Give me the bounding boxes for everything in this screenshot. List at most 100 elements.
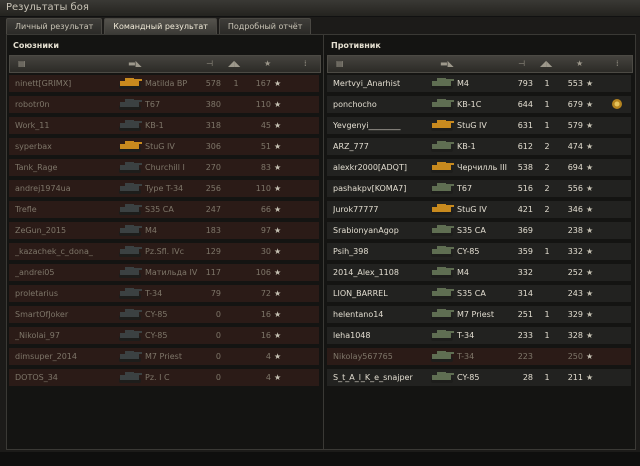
xp-value: 694	[567, 163, 583, 172]
player-name: S_t_A_l_K_e_snajper	[333, 373, 413, 382]
xp-value: 110	[255, 184, 271, 193]
frags-value: 1	[544, 79, 550, 88]
xp-star-icon: ★	[586, 352, 594, 361]
frags-value: 1	[544, 247, 550, 256]
player-row[interactable]: pashakpv[KOMA7] T67 516 2 556 ★	[327, 180, 631, 197]
player-row[interactable]: ponchocho KB-1C 644 1 679 ★	[327, 96, 631, 113]
damage-value: 644	[517, 100, 533, 109]
player-row[interactable]: SrabionyanAgop S35 CA 369 238 ★	[327, 222, 631, 239]
player-row[interactable]: DOTOS_34 Pz. I C 0 4 ★	[9, 369, 319, 386]
player-row[interactable]: Yevgenyi________ StuG IV 631 1 579 ★	[327, 117, 631, 134]
player-row[interactable]: Mertvyi_Anarhist M4 793 1 553 ★	[327, 75, 631, 92]
xp-value: 97	[260, 226, 271, 235]
frags-value: 1	[544, 310, 550, 319]
player-row[interactable]: andrej1974ua Type T-34 256 110 ★	[9, 180, 319, 197]
tank-column-icon[interactable]: ▬◣	[440, 59, 454, 68]
player-row[interactable]: Psih_398 CY-85 359 1 332 ★	[327, 243, 631, 260]
player-name: Mertvyi_Anarhist	[333, 79, 401, 88]
xp-star-icon: ★	[586, 268, 594, 277]
player-name: DOTOS_34	[15, 373, 58, 382]
xp-star-icon: ★	[586, 142, 594, 151]
xp-value: 16	[260, 331, 271, 340]
player-row[interactable]: _andrei05 Матильда IV 117 106 ★	[9, 264, 319, 281]
xp-value: 332	[567, 247, 583, 256]
xp-star-icon: ★	[586, 373, 594, 382]
player-row[interactable]: SmartOfJoker CY-85 0 16 ★	[9, 306, 319, 323]
player-row[interactable]: S_t_A_l_K_e_snajper CY-85 28 1 211 ★	[327, 369, 631, 386]
xp-column-icon[interactable]: ★	[576, 59, 583, 68]
player-row[interactable]: 2014_Alex_1108 M4 332 252 ★	[327, 264, 631, 281]
xp-value: 4	[265, 373, 271, 382]
damage-value: 380	[205, 100, 221, 109]
player-row[interactable]: Trefle S35 CA 247 66 ★	[9, 201, 319, 218]
player-row[interactable]: ARZ_777 KB-1 612 2 474 ★	[327, 138, 631, 155]
damage-column-icon[interactable]: ⊣	[206, 59, 213, 68]
xp-star-icon: ★	[274, 205, 282, 214]
vehicle-name: KB-1	[145, 121, 164, 130]
window-title: Результаты боя	[6, 2, 89, 13]
vehicle-name: StuG IV	[145, 142, 175, 151]
player-name: pashakpv[KOMA7]	[333, 184, 407, 193]
player-row[interactable]: ZeGun_2015 M4 183 97 ★	[9, 222, 319, 239]
xp-star-icon: ★	[586, 79, 594, 88]
player-row[interactable]: Jurok77777 StuG IV 421 2 346 ★	[327, 201, 631, 218]
player-row[interactable]: proletarius T-34 79 72 ★	[9, 285, 319, 302]
player-name: Trefle	[15, 205, 37, 214]
player-row[interactable]: ninett[GRIMX] Matilda BP 578 1 167 ★	[9, 75, 319, 92]
tank-column-icon[interactable]: ▬◣	[128, 59, 142, 68]
achievement-medal-icon[interactable]	[611, 97, 623, 111]
medal-column-icon[interactable]: ⁞	[304, 59, 307, 68]
damage-column-icon[interactable]: ⊣	[518, 59, 525, 68]
frags-column-icon[interactable]: ◢◣	[228, 59, 240, 68]
frags-column-icon[interactable]: ◢◣	[540, 59, 552, 68]
damage-value: 516	[517, 184, 533, 193]
player-row[interactable]: helentano14 M7 Priest 251 1 329 ★	[327, 306, 631, 323]
player-row[interactable]: Tank_Rage Churchill I 270 83 ★	[9, 159, 319, 176]
player-row[interactable]: _Nikolai_97 CY-85 0 16 ★	[9, 327, 319, 344]
damage-value: 306	[205, 142, 221, 151]
player-row[interactable]: dimsuper_2014 M7 Priest 0 4 ★	[9, 348, 319, 365]
player-row[interactable]: robotr0n T67 380 110 ★	[9, 96, 319, 113]
player-row[interactable]: leha1048 T-34 233 1 328 ★	[327, 327, 631, 344]
vehicle-name: CY-85	[145, 331, 168, 340]
vehicle-name: Churchill I	[145, 163, 185, 172]
player-name: ARZ_777	[333, 142, 369, 151]
player-name: ponchocho	[333, 100, 377, 109]
vehicle-name: CY-85	[457, 373, 480, 382]
tank-icon	[429, 118, 455, 133]
player-row[interactable]: syperbax StuG IV 306 51 ★	[9, 138, 319, 155]
frags-value: 1	[544, 100, 550, 109]
xp-value: 66	[260, 205, 271, 214]
tab-detailed-report[interactable]: Подробный отчёт	[218, 18, 312, 35]
xp-value: 4	[265, 352, 271, 361]
player-row[interactable]: Work_11 KB-1 318 45 ★	[9, 117, 319, 134]
xp-value: 252	[567, 268, 583, 277]
xp-star-icon: ★	[274, 142, 282, 151]
player-name: SrabionyanAgop	[333, 226, 399, 235]
xp-value: 553	[567, 79, 583, 88]
damage-value: 359	[517, 247, 533, 256]
damage-value: 538	[517, 163, 533, 172]
tank-icon	[429, 202, 455, 217]
xp-column-icon[interactable]: ★	[264, 59, 271, 68]
player-name: Psih_398	[333, 247, 369, 256]
medal-column-icon[interactable]: ⁞	[616, 59, 619, 68]
damage-value: 233	[517, 331, 533, 340]
xp-star-icon: ★	[274, 163, 282, 172]
player-name: _kazachek_c_dona_	[15, 247, 93, 256]
enemies-team: Противник ▤ ▬◣ ⊣ ◢◣ ★ ⁞ Mertvyi_Anarhist…	[325, 35, 635, 449]
squad-icon[interactable]: ▤	[336, 59, 344, 68]
tab-personal-result[interactable]: Личный результат	[6, 18, 103, 35]
player-row[interactable]: Nikolay567765 T-34 223 250 ★	[327, 348, 631, 365]
window-titlebar: Результаты боя	[0, 0, 640, 17]
xp-value: 167	[255, 79, 271, 88]
vehicle-name: T67	[457, 184, 473, 193]
player-row[interactable]: LION_BARREL S35 CA 314 243 ★	[327, 285, 631, 302]
vehicle-name: T-34	[145, 289, 163, 298]
player-name: ZeGun_2015	[15, 226, 67, 235]
tab-team-result[interactable]: Командный результат	[104, 18, 217, 35]
player-row[interactable]: _kazachek_c_dona_ Pz.Sfl. IVc 129 30 ★	[9, 243, 319, 260]
frags-value: 1	[544, 331, 550, 340]
player-row[interactable]: alexkr2000[ADQT] Черчилль III 538 2 694 ★	[327, 159, 631, 176]
squad-icon[interactable]: ▤	[18, 59, 26, 68]
